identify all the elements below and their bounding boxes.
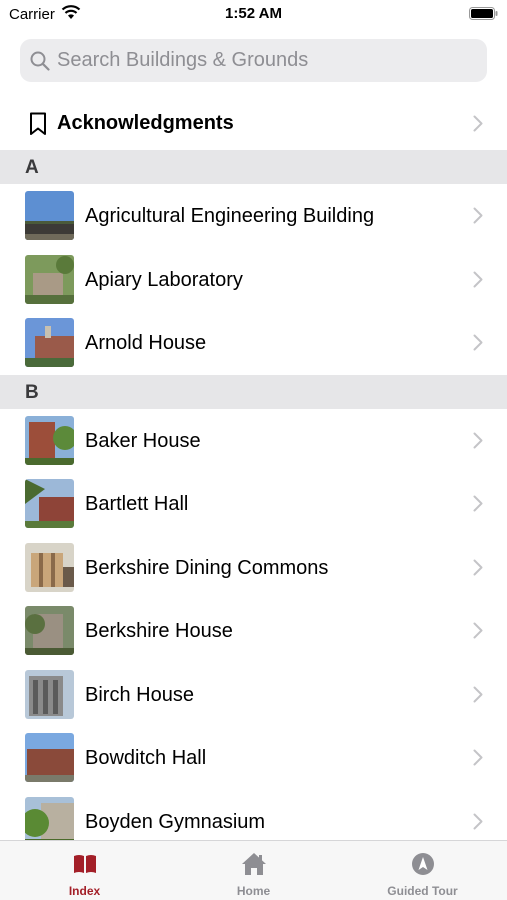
building-thumbnail xyxy=(25,606,74,655)
tab-label: Index xyxy=(68,884,101,898)
search-bar[interactable] xyxy=(20,39,487,82)
list-item-label: Apiary Laboratory xyxy=(85,268,243,291)
chevron-right-icon xyxy=(473,115,483,132)
section-letter: A xyxy=(25,157,39,178)
building-thumbnail xyxy=(25,191,74,240)
building-thumbnail xyxy=(25,796,74,840)
chevron-right-icon xyxy=(473,686,483,702)
list-item-label: Agricultural Engineering Building xyxy=(85,205,375,227)
list-item-bowditch-hall[interactable]: Bowditch Hall xyxy=(0,726,507,790)
building-thumbnail xyxy=(25,415,74,465)
list-item-label: Berkshire House xyxy=(85,620,233,642)
list-item-birch-house[interactable]: Birch House xyxy=(0,663,507,727)
chevron-right-icon xyxy=(473,432,483,448)
tab-index[interactable]: Index xyxy=(0,841,169,900)
list-item-baker-house[interactable]: Baker House xyxy=(0,409,507,473)
chevron-right-icon xyxy=(473,334,483,351)
list-item-label: Birch House xyxy=(85,683,194,706)
buildings-list[interactable]: Acknowledgments A Agricultural Engineeri… xyxy=(0,92,507,840)
chevron-right-icon xyxy=(473,207,483,224)
tab-guided-tour[interactable]: Guided Tour xyxy=(338,841,507,900)
building-thumbnail xyxy=(25,542,74,592)
acknowledgments-label: Acknowledgments xyxy=(57,112,234,134)
list-item-boyden-gymnasium[interactable]: Boyden Gymnasium xyxy=(0,790,507,840)
chevron-right-icon xyxy=(473,271,483,287)
building-thumbnail xyxy=(25,318,74,367)
list-item-berkshire-house[interactable]: Berkshire House xyxy=(0,599,507,663)
tab-label: Home xyxy=(236,884,271,898)
section-header-a: A xyxy=(0,150,507,184)
building-thumbnail xyxy=(25,669,74,719)
book-icon xyxy=(74,855,96,873)
tab-home[interactable]: Home xyxy=(169,841,338,900)
building-thumbnail xyxy=(25,479,74,528)
bookmark-icon xyxy=(30,112,46,135)
list-item-agricultural-engineering-building[interactable]: Agricultural Engineering Building xyxy=(0,184,507,248)
list-item-arnold-house[interactable]: Arnold House xyxy=(0,311,507,375)
status-bar: Carrier 1:52 AM xyxy=(0,0,507,30)
section-letter: B xyxy=(25,381,39,403)
chevron-right-icon xyxy=(473,813,483,829)
chevron-right-icon xyxy=(473,622,483,639)
list-item-label: Baker House xyxy=(85,429,201,452)
list-item-berkshire-dining-commons[interactable]: Berkshire Dining Commons xyxy=(0,536,507,600)
compass-icon xyxy=(412,853,434,875)
tab-bar: Index Home Guided Tour xyxy=(0,840,507,900)
chevron-right-icon xyxy=(473,749,483,766)
building-thumbnail xyxy=(25,254,74,304)
chevron-right-icon xyxy=(473,559,483,575)
list-item-bartlett-hall[interactable]: Bartlett Hall xyxy=(0,472,507,536)
section-header-b: B xyxy=(0,374,507,409)
list-item-apiary-laboratory[interactable]: Apiary Laboratory xyxy=(0,248,507,312)
battery-icon xyxy=(469,7,498,20)
chevron-right-icon xyxy=(473,495,483,512)
house-icon xyxy=(242,853,266,875)
clock: 1:52 AM xyxy=(225,5,282,22)
list-item-label: Bowditch Hall xyxy=(85,747,207,769)
list-item-label: Arnold House xyxy=(85,332,207,354)
list-item-label: Boyden Gymnasium xyxy=(85,810,266,833)
list-item-label: Berkshire Dining Commons xyxy=(85,556,329,579)
building-thumbnail xyxy=(25,733,74,782)
search-icon xyxy=(30,51,50,71)
search-input[interactable] xyxy=(57,39,477,82)
tab-label: Guided Tour xyxy=(387,884,458,898)
acknowledgments-row[interactable]: Acknowledgments xyxy=(0,92,507,150)
list-item-label: Bartlett Hall xyxy=(85,493,189,515)
